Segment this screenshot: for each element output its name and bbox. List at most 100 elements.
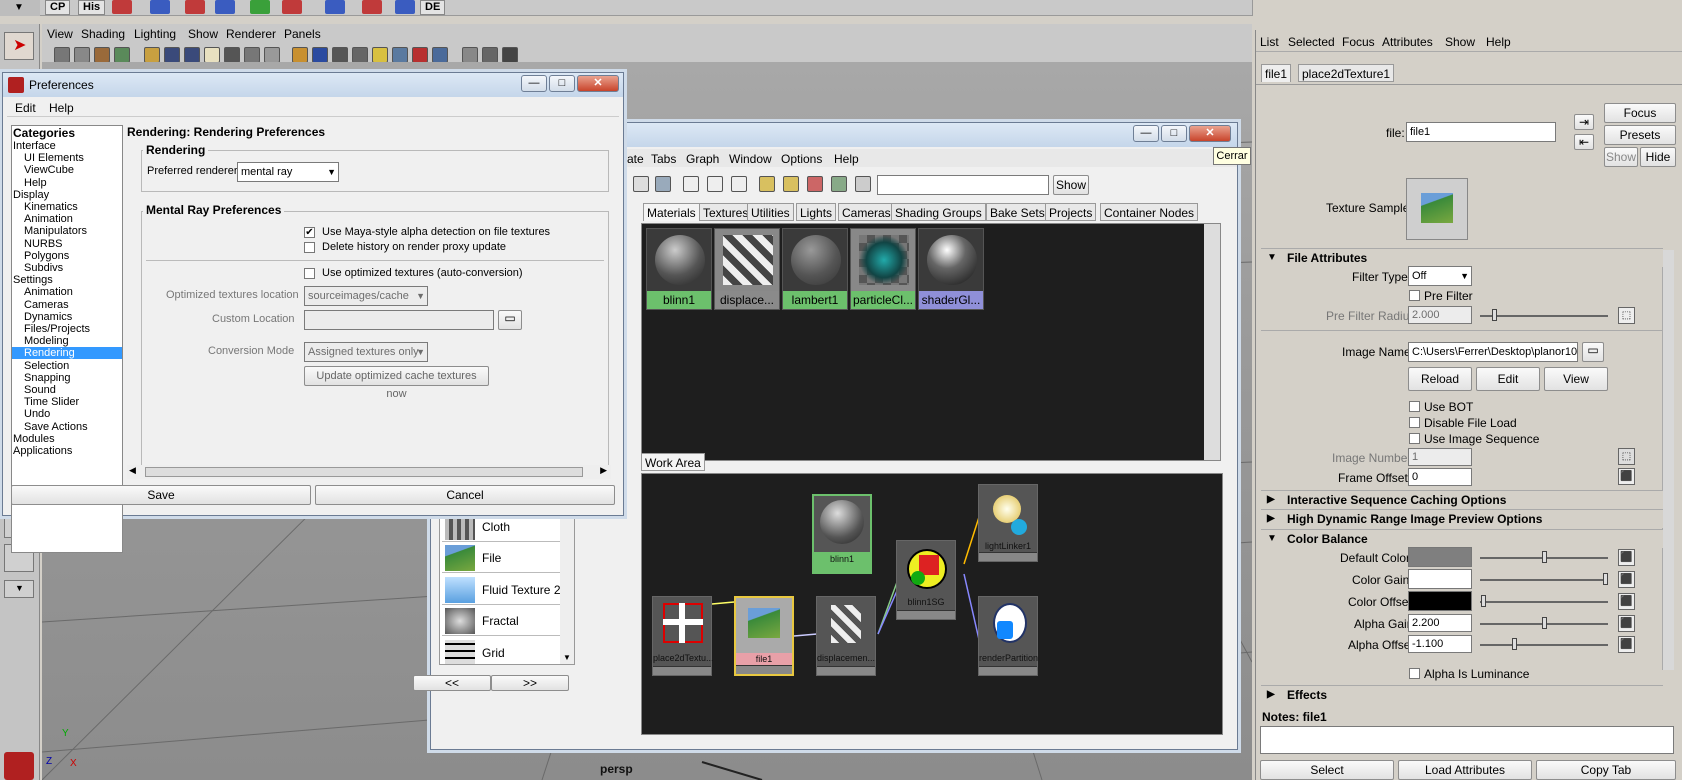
section-effects[interactable]: ▶ Effects (1261, 685, 1663, 704)
hs-layout2-icon[interactable] (783, 176, 799, 192)
color-offset-slider[interactable] (1480, 601, 1608, 603)
film-gate-icon[interactable] (164, 47, 180, 63)
map-button[interactable]: ⬛ (1618, 615, 1635, 632)
section-hdr-preview[interactable]: ▶ High Dynamic Range Image Preview Option… (1261, 509, 1663, 528)
copy-tab-button[interactable]: Copy Tab (1536, 760, 1676, 780)
textured-icon[interactable] (352, 47, 368, 63)
ae-tab-file1[interactable]: file1 (1261, 64, 1292, 82)
hs-graph-icon[interactable] (655, 176, 671, 192)
layout-menu-button[interactable]: ▼ (4, 580, 34, 598)
tab-materials[interactable]: Materials (643, 203, 700, 221)
hs-layout-icon[interactable] (759, 176, 775, 192)
pre-filter-checkbox[interactable] (1409, 290, 1420, 301)
hs-input-icon[interactable] (683, 176, 699, 192)
shelf-tool-icon[interactable] (250, 0, 270, 14)
minimize-button[interactable]: — (1133, 125, 1159, 142)
optimized-textures-checkbox[interactable] (304, 268, 315, 279)
prefs-menu-help[interactable]: Help (49, 101, 74, 115)
tab-cameras[interactable]: Cameras (838, 203, 895, 221)
texture-item[interactable]: Grid (442, 637, 572, 664)
material-swatch[interactable]: lambert1 (782, 228, 848, 310)
texture-item[interactable]: Fractal (442, 606, 572, 636)
edit-button[interactable]: Edit (1476, 367, 1540, 391)
select-button[interactable]: Select (1260, 760, 1394, 780)
shelf-tool-icon[interactable] (150, 0, 170, 14)
hs-rearrange-icon[interactable] (831, 176, 847, 192)
disable-file-load-checkbox[interactable] (1409, 417, 1420, 428)
viewport-menu-view[interactable]: View (47, 27, 73, 41)
hs-clear-icon[interactable] (807, 176, 823, 192)
node-blinn1[interactable]: blinn1 (812, 494, 872, 574)
material-swatch[interactable]: displace... (714, 228, 780, 310)
category-item[interactable]: Snapping (24, 372, 71, 384)
opt-location-select[interactable]: sourceimages/cache ▼ (304, 286, 428, 306)
node-displacement[interactable]: displacemen... (816, 596, 876, 676)
material-swatch[interactable]: particleCl... (850, 228, 916, 310)
lights-icon[interactable] (372, 47, 388, 63)
view-button[interactable]: View (1544, 367, 1608, 391)
category-item[interactable]: Sound (24, 384, 56, 396)
conversion-mode-select[interactable]: Assigned textures only ▼ (304, 342, 428, 362)
category-item[interactable]: UI Elements (24, 152, 84, 164)
node-blinn1sg[interactable]: blinn1SG (896, 540, 956, 620)
category-item[interactable]: NURBS (24, 238, 63, 250)
use-image-sequence-checkbox[interactable] (1409, 433, 1420, 444)
category-item[interactable]: Display (13, 189, 49, 201)
tab-textures[interactable]: Textures (699, 203, 753, 221)
minimize-button[interactable]: — (521, 75, 547, 92)
close-button[interactable]: ✕ (577, 75, 619, 92)
section-file-attributes[interactable]: ▼ File Attributes (1261, 248, 1663, 267)
hs-show-button[interactable]: Show (1053, 175, 1089, 195)
tab-bake-sets[interactable]: Bake Sets (986, 203, 1049, 221)
color-offset-swatch[interactable] (1408, 591, 1472, 611)
hs-swatch-icon[interactable] (855, 176, 871, 192)
image-number-input[interactable]: 1 (1408, 448, 1472, 466)
category-item[interactable]: Polygons (24, 250, 69, 262)
show-button[interactable]: Show (1604, 147, 1638, 167)
scrollbar[interactable] (1204, 224, 1220, 460)
shelf-tool-icon[interactable] (395, 0, 415, 14)
h-scrollbar[interactable]: ◀ ▶ (127, 465, 611, 479)
keyframe-icon[interactable]: ⬚ (1618, 448, 1635, 465)
node-render-partition[interactable]: renderPartition (978, 596, 1038, 676)
section-color-balance[interactable]: ▼ Color Balance (1261, 529, 1663, 548)
delete-history-checkbox[interactable] (304, 242, 315, 253)
work-area-graph[interactable]: blinn1 lightLinker1 blinn1SG place2dText… (641, 473, 1223, 735)
shelf-tab-de[interactable]: DE (420, 0, 446, 15)
category-item[interactable]: Subdivs (24, 262, 63, 274)
tab-utilities[interactable]: Utilities (747, 203, 794, 221)
category-item[interactable]: Rendering (12, 347, 122, 360)
image-plane-icon[interactable] (114, 47, 130, 63)
category-item[interactable]: Animation (24, 213, 73, 225)
texture-item[interactable]: File (442, 543, 572, 573)
ae-menu-selected[interactable]: Selected (1288, 35, 1335, 49)
map-button[interactable]: ⬛ (1618, 636, 1635, 653)
tab-work-area[interactable]: Work Area (641, 453, 705, 471)
input-connections-icon[interactable]: ⇥ (1574, 114, 1594, 130)
viewport-menu-show[interactable]: Show (188, 27, 218, 41)
folder-icon[interactable]: ▭ (1582, 342, 1604, 362)
smooth-shade-icon[interactable] (312, 47, 328, 63)
ae-scrollbar[interactable] (1662, 250, 1674, 670)
maximize-button[interactable]: □ (549, 75, 575, 92)
tab-lights[interactable]: Lights (796, 203, 837, 221)
shelf-tool-icon[interactable] (185, 0, 205, 14)
category-item[interactable]: Selection (24, 360, 69, 372)
shelf-tool-icon[interactable] (362, 0, 382, 14)
camera-attr-icon[interactable] (74, 47, 90, 63)
grid-icon[interactable] (144, 47, 160, 63)
ae-tab-place2dtexture[interactable]: place2dTexture1 (1298, 64, 1395, 82)
gate-mask-icon[interactable] (204, 47, 220, 63)
tab-container-nodes[interactable]: Container Nodes (1100, 203, 1199, 221)
xray-joints-icon[interactable] (462, 47, 478, 63)
xray-icon[interactable] (432, 47, 448, 63)
category-item[interactable]: Save Actions (24, 421, 88, 433)
select-tool-icon[interactable]: ➤ (4, 32, 34, 60)
map-button[interactable]: ⬛ (1618, 571, 1635, 588)
pre-filter-radius-input[interactable]: 2.000 (1408, 306, 1472, 324)
shelf-menu-button[interactable]: ▼ (0, 0, 40, 16)
keyframe-icon[interactable]: ⬛ (1618, 468, 1635, 485)
next-button[interactable]: >> (491, 675, 569, 691)
prefs-menu-edit[interactable]: Edit (15, 101, 36, 115)
material-swatch[interactable]: blinn1 (646, 228, 712, 310)
